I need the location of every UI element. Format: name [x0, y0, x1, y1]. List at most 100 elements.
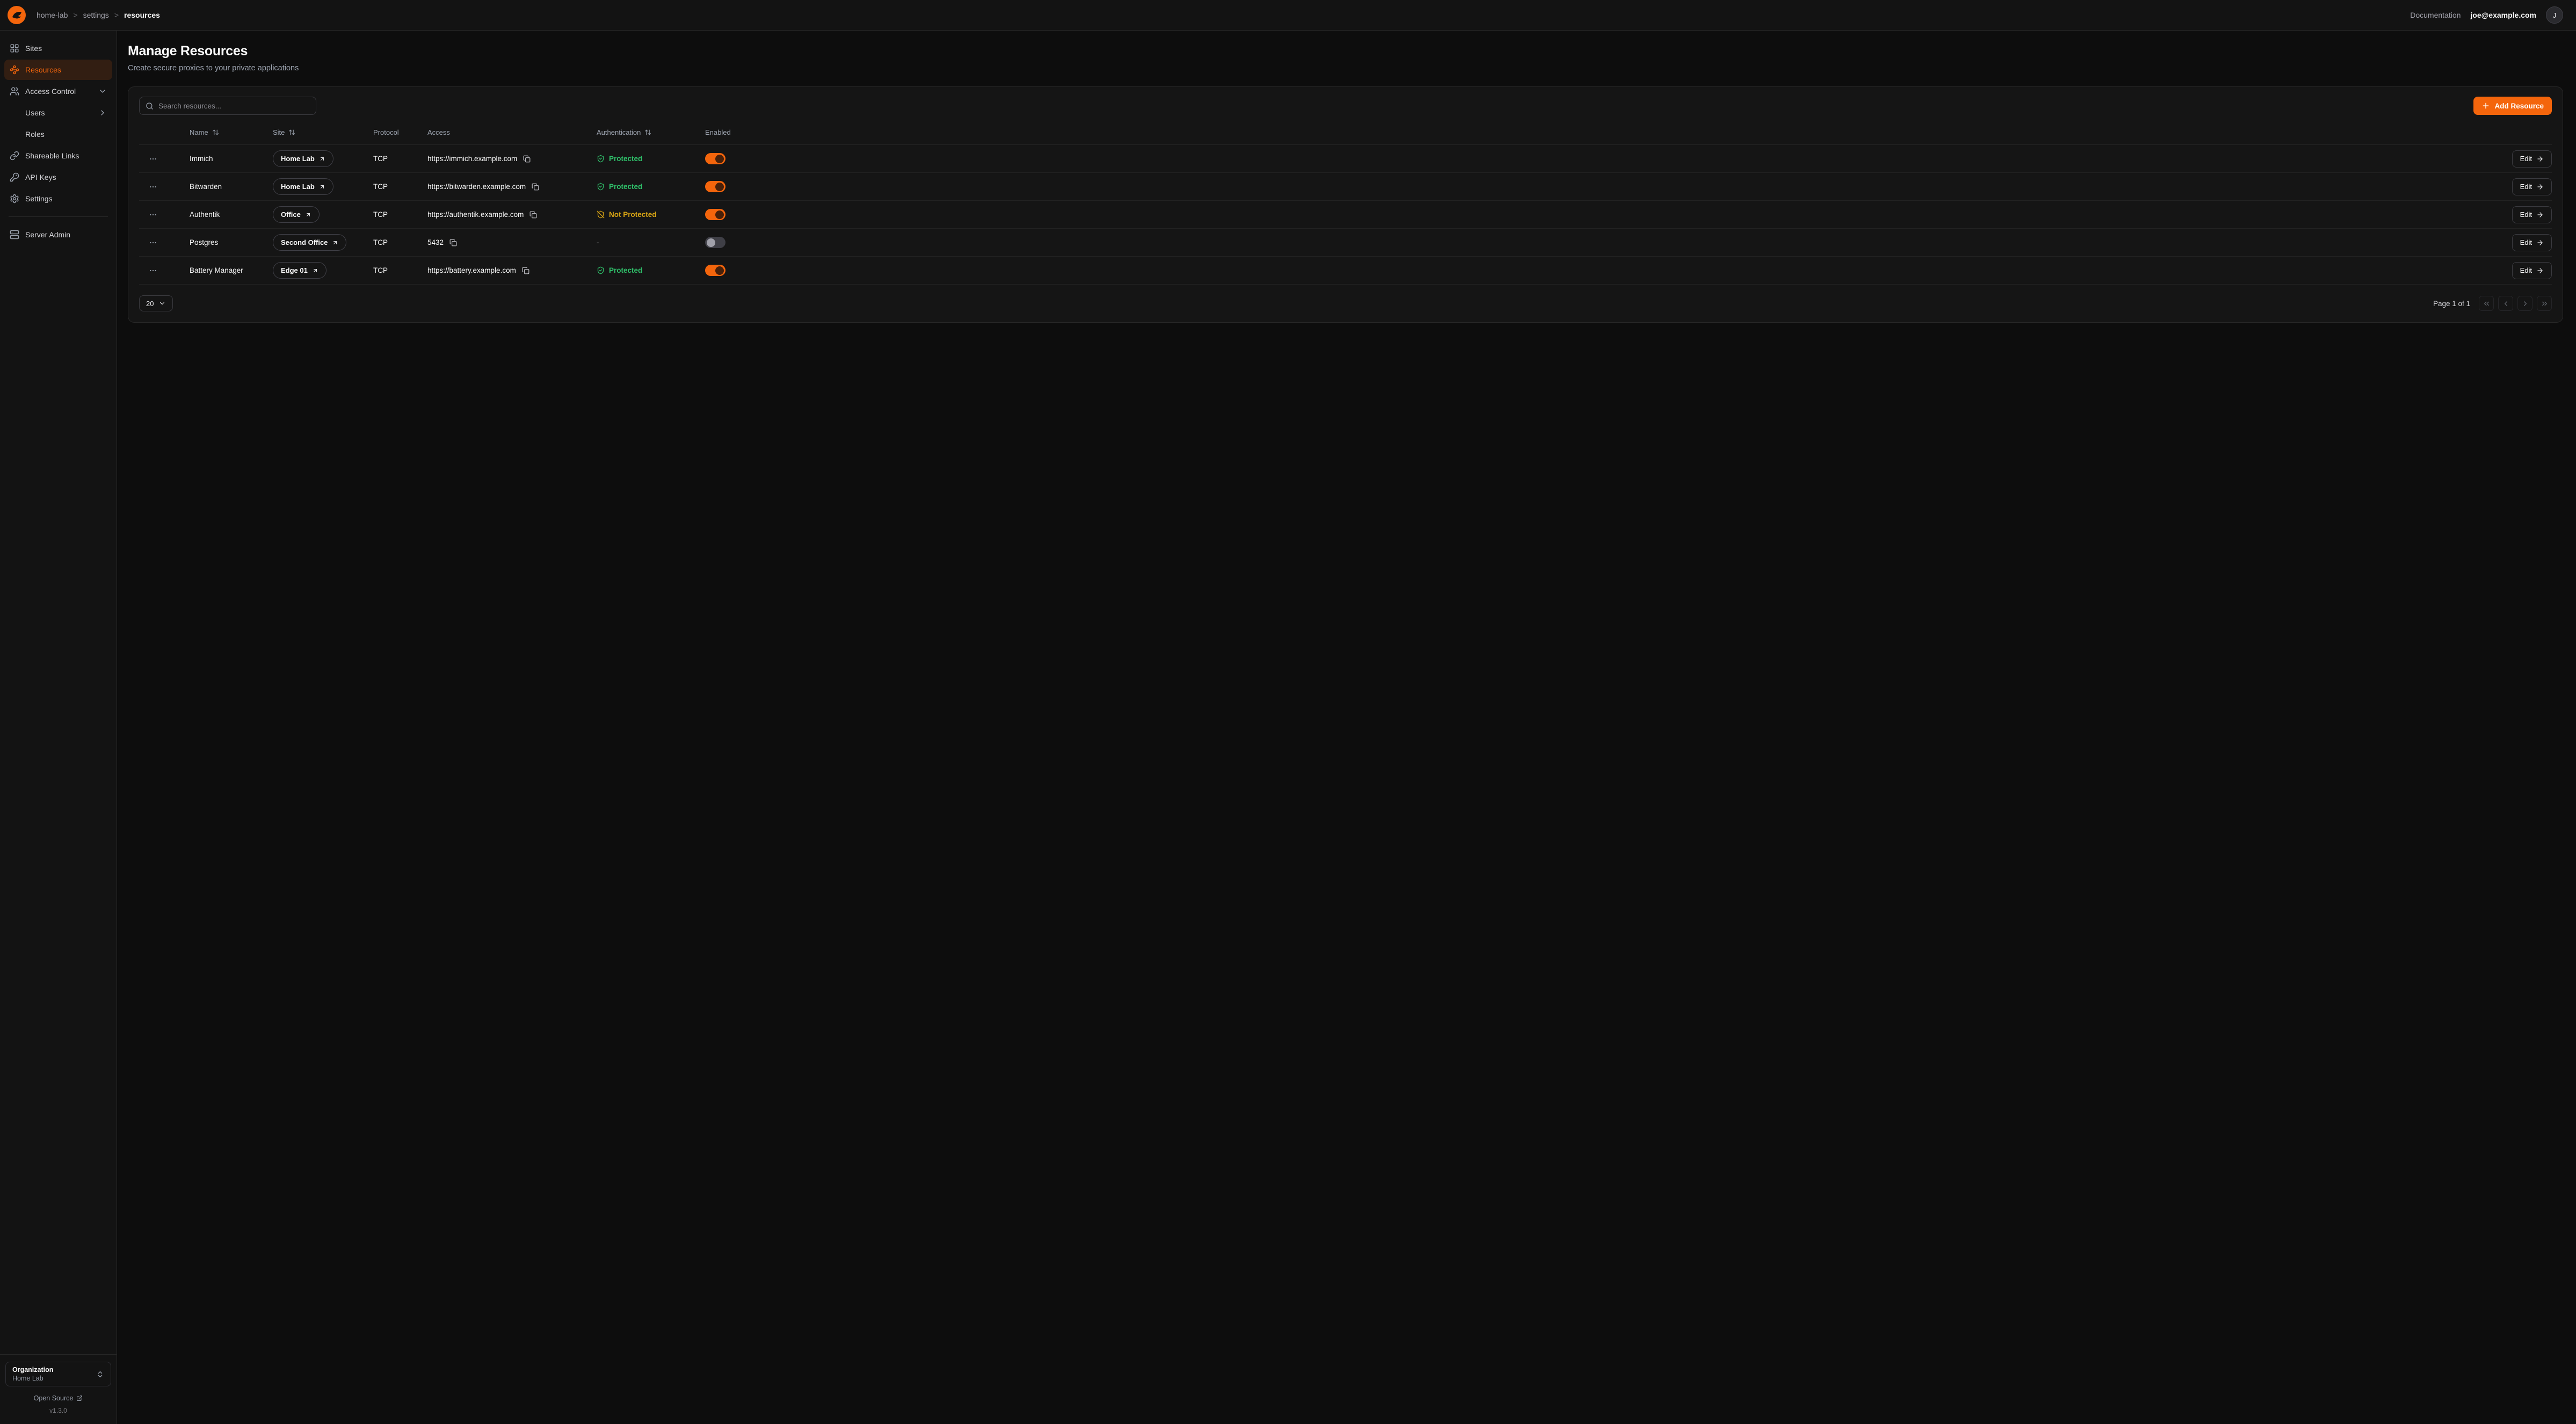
- documentation-link[interactable]: Documentation: [2410, 11, 2461, 19]
- edit-label: Edit: [2520, 155, 2532, 163]
- card-toolbar: Add Resource: [139, 97, 2552, 115]
- edit-button[interactable]: Edit: [2512, 206, 2552, 223]
- avatar[interactable]: J: [2546, 6, 2563, 24]
- server-icon: [10, 230, 19, 239]
- resource-name: Immich: [190, 155, 273, 163]
- breadcrumb-home-lab[interactable]: home-lab: [37, 11, 68, 19]
- first-page-button[interactable]: [2479, 296, 2494, 311]
- org-selector-texts: Organization Home Lab: [12, 1366, 53, 1382]
- breadcrumb: home-lab > settings > resources: [37, 11, 160, 19]
- protocol-value: TCP: [373, 210, 427, 219]
- arrow-right-icon: [2536, 267, 2544, 274]
- org-selector[interactable]: Organization Home Lab: [5, 1362, 111, 1386]
- copy-icon[interactable]: [532, 183, 539, 191]
- shell: Sites Resources Access Control: [0, 31, 2576, 1424]
- add-resource-button[interactable]: Add Resource: [2473, 97, 2552, 115]
- breadcrumb-settings[interactable]: settings: [83, 11, 109, 19]
- toggle-knob: [715, 155, 724, 163]
- enabled-toggle[interactable]: [705, 237, 725, 248]
- enabled-toggle[interactable]: [705, 209, 725, 220]
- toggle-knob: [715, 183, 724, 191]
- column-header-protocol: Protocol: [373, 128, 427, 136]
- page-size-select[interactable]: 20: [139, 295, 173, 311]
- shield-check-icon: [597, 183, 605, 191]
- pagination: Page 1 of 1: [2433, 296, 2552, 311]
- sidebar-item-users[interactable]: Users: [4, 103, 112, 123]
- row-actions-button[interactable]: [139, 155, 157, 163]
- site-link[interactable]: Home Lab: [273, 178, 333, 195]
- arrow-up-right-icon: [319, 156, 325, 162]
- site-link[interactable]: Second Office: [273, 234, 346, 251]
- column-header-label: Access: [427, 128, 450, 136]
- sidebar-item-shareable-links[interactable]: Shareable Links: [4, 146, 112, 166]
- resource-name: Bitwarden: [190, 183, 273, 191]
- sort-icon: [644, 129, 651, 136]
- topbar-left: home-lab > settings > resources: [8, 6, 160, 24]
- auth-label: Protected: [609, 183, 642, 191]
- sidebar-item-label: Resources: [25, 66, 61, 74]
- enabled-toggle[interactable]: [705, 265, 725, 276]
- column-header-site[interactable]: Site: [273, 128, 373, 136]
- version-label: v1.3.0: [5, 1407, 111, 1414]
- protocol-value: TCP: [373, 238, 427, 246]
- sidebar-item-roles[interactable]: Roles: [4, 124, 112, 144]
- user-email[interactable]: joe@example.com: [2470, 11, 2536, 19]
- breadcrumb-separator: >: [73, 11, 77, 19]
- access-cell: https://battery.example.com: [427, 266, 597, 274]
- sidebar-item-settings[interactable]: Settings: [4, 188, 112, 209]
- row-actions-button[interactable]: [139, 183, 157, 191]
- edit-button[interactable]: Edit: [2512, 178, 2552, 195]
- link-icon: [10, 151, 19, 161]
- row-actions-button[interactable]: [139, 210, 157, 219]
- protocol-value: TCP: [373, 155, 427, 163]
- edit-label: Edit: [2520, 183, 2532, 191]
- table-row: Battery Manager Edge 01 TCP https://batt…: [139, 257, 2552, 285]
- arrow-up-right-icon: [312, 267, 318, 274]
- site-link[interactable]: Edge 01: [273, 262, 326, 279]
- enabled-toggle[interactable]: [705, 153, 725, 164]
- search-input[interactable]: [158, 102, 310, 110]
- sidebar-item-access-control[interactable]: Access Control: [4, 81, 112, 101]
- sidebar-nav: Sites Resources Access Control: [0, 38, 117, 245]
- site-name: Home Lab: [281, 155, 315, 163]
- sidebar-item-resources[interactable]: Resources: [4, 60, 112, 80]
- column-header-authentication[interactable]: Authentication: [597, 128, 705, 136]
- edit-button[interactable]: Edit: [2512, 234, 2552, 251]
- topbar-right: Documentation joe@example.com J: [2410, 6, 2563, 24]
- app: home-lab > settings > resources Document…: [0, 0, 2576, 1424]
- column-header-name[interactable]: Name: [190, 128, 273, 136]
- row-actions-button[interactable]: [139, 238, 157, 247]
- sidebar-item-sites[interactable]: Sites: [4, 38, 112, 59]
- column-header-label: Enabled: [705, 128, 731, 136]
- arrow-up-right-icon: [319, 184, 325, 190]
- access-cell: https://immich.example.com: [427, 155, 597, 163]
- copy-icon[interactable]: [522, 267, 529, 274]
- protocol-value: TCP: [373, 183, 427, 191]
- shield-check-icon: [597, 266, 605, 274]
- open-source-link[interactable]: Open Source: [5, 1394, 111, 1402]
- app-logo-icon[interactable]: [8, 6, 26, 24]
- breadcrumb-resources[interactable]: resources: [124, 11, 160, 19]
- enabled-toggle[interactable]: [705, 181, 725, 192]
- page-title: Manage Resources: [128, 43, 2563, 59]
- copy-icon[interactable]: [529, 211, 537, 219]
- main-content: Manage Resources Create secure proxies t…: [117, 31, 2576, 1424]
- add-resource-label: Add Resource: [2494, 102, 2544, 110]
- row-actions-button[interactable]: [139, 266, 157, 275]
- auth-status: Protected: [597, 155, 705, 163]
- resource-name: Authentik: [190, 210, 273, 219]
- copy-icon[interactable]: [523, 155, 531, 163]
- edit-button[interactable]: Edit: [2512, 150, 2552, 168]
- site-link[interactable]: Office: [273, 206, 320, 223]
- prev-page-button[interactable]: [2498, 296, 2513, 311]
- copy-icon[interactable]: [449, 239, 457, 246]
- site-link[interactable]: Home Lab: [273, 150, 333, 167]
- next-page-button[interactable]: [2517, 296, 2533, 311]
- edit-button[interactable]: Edit: [2512, 262, 2552, 279]
- chevron-right-icon: [98, 108, 107, 117]
- site-name: Second Office: [281, 238, 328, 246]
- sidebar-item-api-keys[interactable]: API Keys: [4, 167, 112, 187]
- key-icon: [10, 172, 19, 182]
- sidebar-item-server-admin[interactable]: Server Admin: [4, 224, 112, 245]
- last-page-button[interactable]: [2537, 296, 2552, 311]
